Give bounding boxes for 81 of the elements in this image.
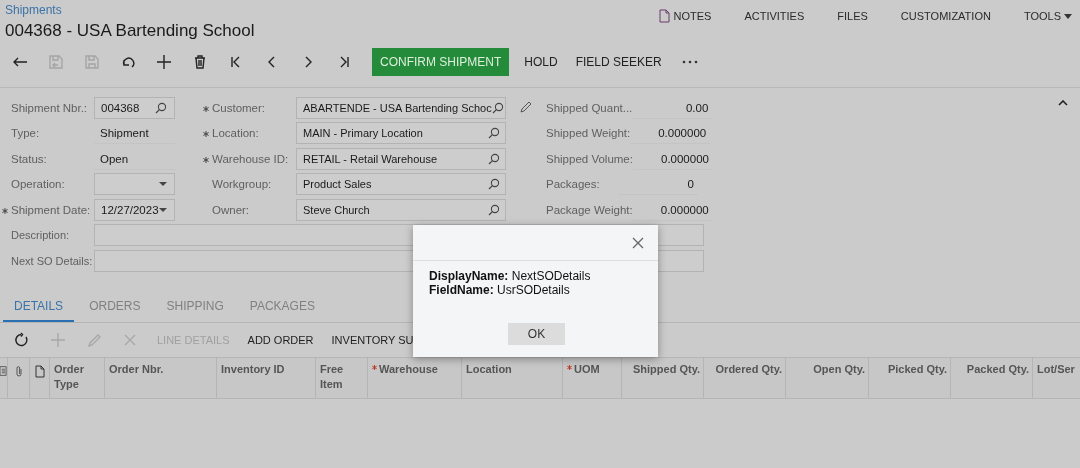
notes-icon <box>0 364 7 377</box>
top-link[interactable]: ACTIVITIES <box>744 9 805 23</box>
field-label: Status: <box>11 152 48 165</box>
field-label: Owner: <box>212 203 251 216</box>
collapse-icon[interactable] <box>1058 100 1068 106</box>
toolbar-button[interactable]: FIELD SEEKER <box>567 48 670 76</box>
field-value: 0.00 <box>632 96 713 119</box>
tab[interactable]: ORDERS <box>78 291 152 322</box>
field-value: Open <box>94 147 175 170</box>
search-icon <box>155 101 167 114</box>
field-value: 0.000000 <box>632 198 713 221</box>
field-label: Next SO Details: <box>10 254 94 267</box>
close-icon[interactable] <box>632 236 644 249</box>
search-icon <box>491 101 504 114</box>
caret-icon <box>159 207 167 212</box>
lookup-field[interactable]: ABARTENDE - USA Bartending Schoc <box>296 96 506 119</box>
column-header[interactable]: Location <box>466 361 512 398</box>
lookup-field[interactable]: RETAIL - Retail Warehouse <box>296 147 506 170</box>
top-link[interactable]: TOOLS <box>1023 9 1072 23</box>
search-icon <box>488 203 500 216</box>
lookup-field[interactable]: Product Sales <box>296 173 506 196</box>
column-header[interactable]: Shipped Qty. <box>632 361 700 398</box>
field-value: 0.000000 <box>630 122 711 145</box>
dropdown-field[interactable] <box>94 173 175 196</box>
caret-icon <box>159 182 167 187</box>
page-title: 004368 - USA Bartending School <box>5 21 255 41</box>
column-header[interactable]: Open Qty. <box>813 361 865 398</box>
field-label: Shipment Date: <box>11 203 92 216</box>
column-header[interactable]: Inventory ID <box>221 361 285 398</box>
field-label: Customer: <box>212 101 267 114</box>
pencil-icon[interactable] <box>518 101 532 115</box>
top-link[interactable]: FILES <box>837 9 868 23</box>
column-header[interactable]: Warehouse <box>379 361 438 398</box>
field-label: Operation: <box>11 178 66 191</box>
column-header[interactable]: UOM <box>574 361 600 398</box>
column-header[interactable]: Packed Qty. <box>966 361 1029 398</box>
field-label: Shipment Nbr.: <box>11 101 89 114</box>
lookup-field[interactable]: 004368 <box>94 96 175 119</box>
toolbar-button[interactable]: HOLD <box>516 48 566 76</box>
tab[interactable]: SHIPPING <box>155 291 235 322</box>
field-label: Shipped Volume: <box>546 152 633 165</box>
field-label: Workgroup: <box>212 178 273 191</box>
field-label: Location: <box>212 127 260 140</box>
search-icon <box>488 127 500 140</box>
column-header[interactable]: Order Nbr. <box>109 361 164 398</box>
toolbar-button[interactable]: ADD ORDER <box>238 326 323 353</box>
document-icon <box>659 9 671 23</box>
column-header[interactable]: Ordered Qty. <box>715 361 782 398</box>
search-icon <box>488 152 500 165</box>
ok-button[interactable]: OK <box>508 323 565 345</box>
field-label: Type: <box>11 127 41 140</box>
field-value: 0.000000 <box>632 147 713 170</box>
column-header[interactable]: Free Item <box>320 361 364 398</box>
lookup-field[interactable]: Steve Church <box>296 198 506 221</box>
column-header[interactable]: Lot/Ser <box>1037 361 1075 398</box>
document-icon <box>34 364 45 378</box>
dialog-text: DisplayName: NextSODetails <box>429 269 592 283</box>
field-value: Shipment <box>94 122 175 145</box>
column-header[interactable]: Order Type <box>54 361 101 398</box>
dropdown-field[interactable]: 12/27/2023 <box>94 198 175 221</box>
tab[interactable]: DETAILS <box>3 291 75 322</box>
field-label: Description: <box>10 229 71 242</box>
field-label: Packages: <box>546 178 601 191</box>
toolbar-button[interactable]: INVENTORY SU <box>322 326 423 353</box>
field-label: Warehouse ID: <box>212 152 290 165</box>
tab[interactable]: PACKAGES <box>238 291 326 322</box>
breadcrumb-link[interactable]: Shipments <box>5 3 62 17</box>
field-value: 0 <box>618 173 698 196</box>
top-link[interactable]: NOTES <box>659 9 712 23</box>
paperclip-icon <box>14 364 23 378</box>
field-label: Shipped Quant... <box>546 101 633 114</box>
top-link[interactable]: CUSTOMIZATION <box>900 9 991 23</box>
field-label: Package Weight: <box>546 203 633 216</box>
dialog-text: FieldName: UsrSODetails <box>429 283 571 297</box>
search-icon <box>488 178 500 191</box>
lookup-field[interactable]: MAIN - Primary Location <box>296 122 506 145</box>
primary-button[interactable]: CONFIRM SHIPMENT <box>372 48 510 76</box>
column-header[interactable]: Picked Qty. <box>887 361 947 398</box>
caret-icon <box>1064 13 1072 19</box>
field-label: Shipped Weight: <box>546 127 631 140</box>
more-icon[interactable] <box>681 60 698 64</box>
